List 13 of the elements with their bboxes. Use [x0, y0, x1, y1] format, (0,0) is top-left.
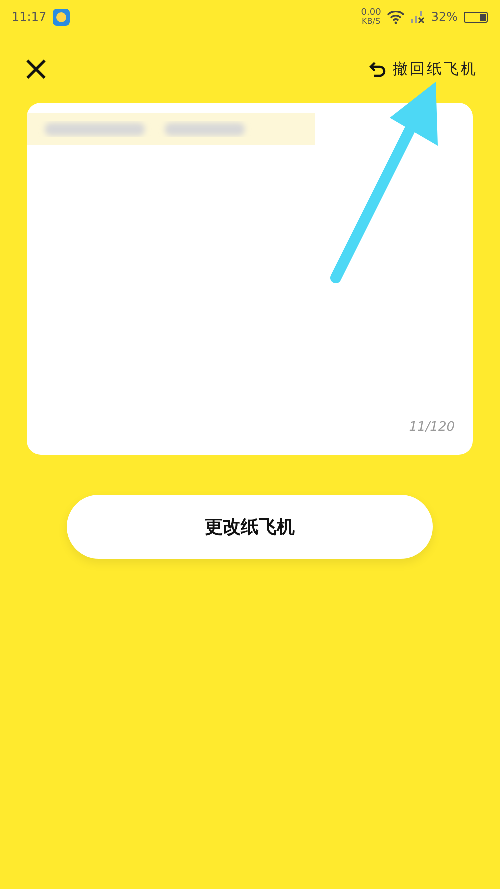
wifi-icon — [387, 10, 406, 24]
network-speed-unit: KB/S — [362, 18, 381, 26]
battery-percent: 32% — [431, 10, 458, 24]
network-speed: 0.00 — [361, 8, 382, 18]
undo-icon — [369, 62, 387, 76]
status-time: 11:17 — [12, 10, 47, 24]
change-plane-button[interactable]: 更改纸飞机 — [67, 495, 433, 559]
app-notification-icon — [52, 8, 70, 26]
character-counter: 11/120 — [409, 420, 455, 435]
close-button[interactable]: × — [22, 52, 50, 86]
undo-button[interactable]: 撤回纸飞机 — [369, 60, 478, 78]
battery-icon — [464, 12, 488, 22]
signal-icon — [411, 10, 426, 24]
